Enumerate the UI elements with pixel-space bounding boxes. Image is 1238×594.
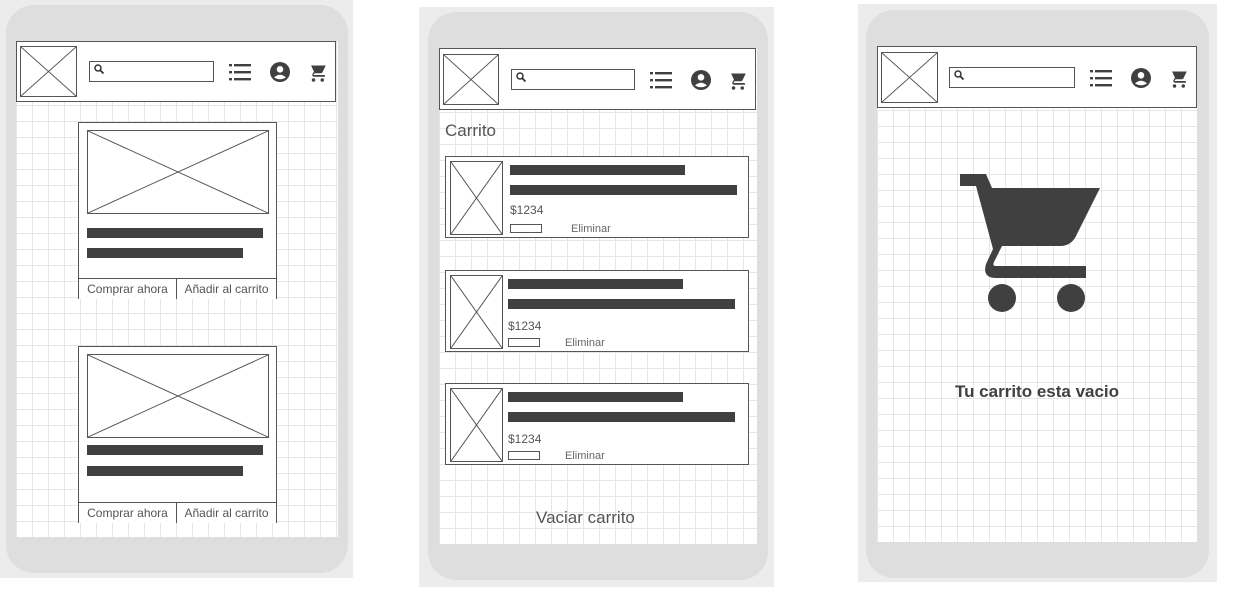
- item-price: $1234: [508, 319, 542, 333]
- clear-cart-button[interactable]: Vaciar carrito: [536, 508, 635, 528]
- product-image-placeholder-icon: [87, 354, 269, 438]
- account-circle-icon[interactable]: [691, 70, 711, 90]
- buy-now-button[interactable]: Comprar ahora: [79, 502, 177, 523]
- quantity-input[interactable]: [510, 224, 542, 233]
- menu-list-icon[interactable]: [650, 71, 672, 89]
- empty-cart-icon: [960, 174, 1100, 312]
- menu-list-icon[interactable]: [1090, 69, 1112, 87]
- logo-placeholder-icon[interactable]: [20, 46, 77, 97]
- shopping-cart-icon[interactable]: [306, 62, 328, 83]
- search-icon: [94, 64, 104, 74]
- add-to-cart-button[interactable]: Añadir al carrito: [177, 278, 276, 299]
- product-description-placeholder: [87, 248, 243, 258]
- item-image-placeholder-icon: [450, 161, 503, 235]
- product-image-placeholder-icon: [87, 130, 269, 214]
- quantity-input[interactable]: [508, 451, 540, 460]
- product-card[interactable]: Comprar ahora Añadir al carrito: [78, 122, 277, 299]
- app-header: [439, 48, 756, 110]
- search-icon: [516, 72, 526, 82]
- buy-now-button[interactable]: Comprar ahora: [79, 278, 177, 299]
- app-header: [16, 41, 336, 102]
- cart-item: $1234 Eliminar: [445, 383, 749, 465]
- search-input[interactable]: [949, 67, 1075, 88]
- logo-placeholder-icon[interactable]: [881, 52, 938, 103]
- delete-item-link[interactable]: Eliminar: [565, 450, 605, 462]
- item-price: $1234: [510, 203, 544, 217]
- app-header: [877, 46, 1197, 108]
- cart-item: $1234 Eliminar: [445, 270, 749, 352]
- search-input[interactable]: [89, 61, 214, 82]
- screen-cart: Carrito $1234 Eliminar $1234 Eliminar $1…: [439, 48, 757, 544]
- delete-item-link[interactable]: Eliminar: [565, 337, 605, 349]
- shopping-cart-icon[interactable]: [1167, 68, 1189, 89]
- quantity-input[interactable]: [508, 338, 540, 347]
- account-circle-icon[interactable]: [1131, 68, 1151, 88]
- item-image-placeholder-icon: [450, 275, 503, 349]
- product-description-placeholder: [87, 466, 243, 476]
- item-description-placeholder: [510, 185, 737, 195]
- add-to-cart-button[interactable]: Añadir al carrito: [177, 502, 276, 523]
- delete-item-link[interactable]: Eliminar: [571, 223, 611, 235]
- item-description-placeholder: [508, 412, 735, 422]
- logo-placeholder-icon[interactable]: [443, 54, 499, 105]
- phone-frame-cart: Carrito $1234 Eliminar $1234 Eliminar $1…: [428, 12, 768, 580]
- phone-frame-empty-cart: Tu carrito esta vacio: [866, 10, 1209, 578]
- item-title-placeholder: [508, 279, 683, 289]
- screen-products: Comprar ahora Añadir al carrito Comprar …: [16, 41, 338, 537]
- phone-frame-products: Comprar ahora Añadir al carrito Comprar …: [6, 5, 348, 573]
- item-image-placeholder-icon: [450, 388, 503, 462]
- empty-cart-message: Tu carrito esta vacio: [954, 382, 1120, 401]
- shopping-cart-icon[interactable]: [726, 70, 748, 91]
- item-price: $1234: [508, 432, 542, 446]
- item-title-placeholder: [510, 165, 685, 175]
- cart-item: $1234 Eliminar: [445, 156, 749, 238]
- search-icon: [954, 70, 964, 80]
- menu-list-icon[interactable]: [229, 63, 251, 81]
- product-title-placeholder: [87, 445, 263, 455]
- cart-title: Carrito: [445, 121, 497, 140]
- account-circle-icon[interactable]: [270, 62, 290, 82]
- screen-empty-cart: Tu carrito esta vacio: [877, 46, 1197, 542]
- item-title-placeholder: [508, 392, 683, 402]
- search-input[interactable]: [511, 69, 635, 90]
- product-card[interactable]: Comprar ahora Añadir al carrito: [78, 346, 277, 523]
- item-description-placeholder: [508, 299, 735, 309]
- product-title-placeholder: [87, 228, 263, 238]
